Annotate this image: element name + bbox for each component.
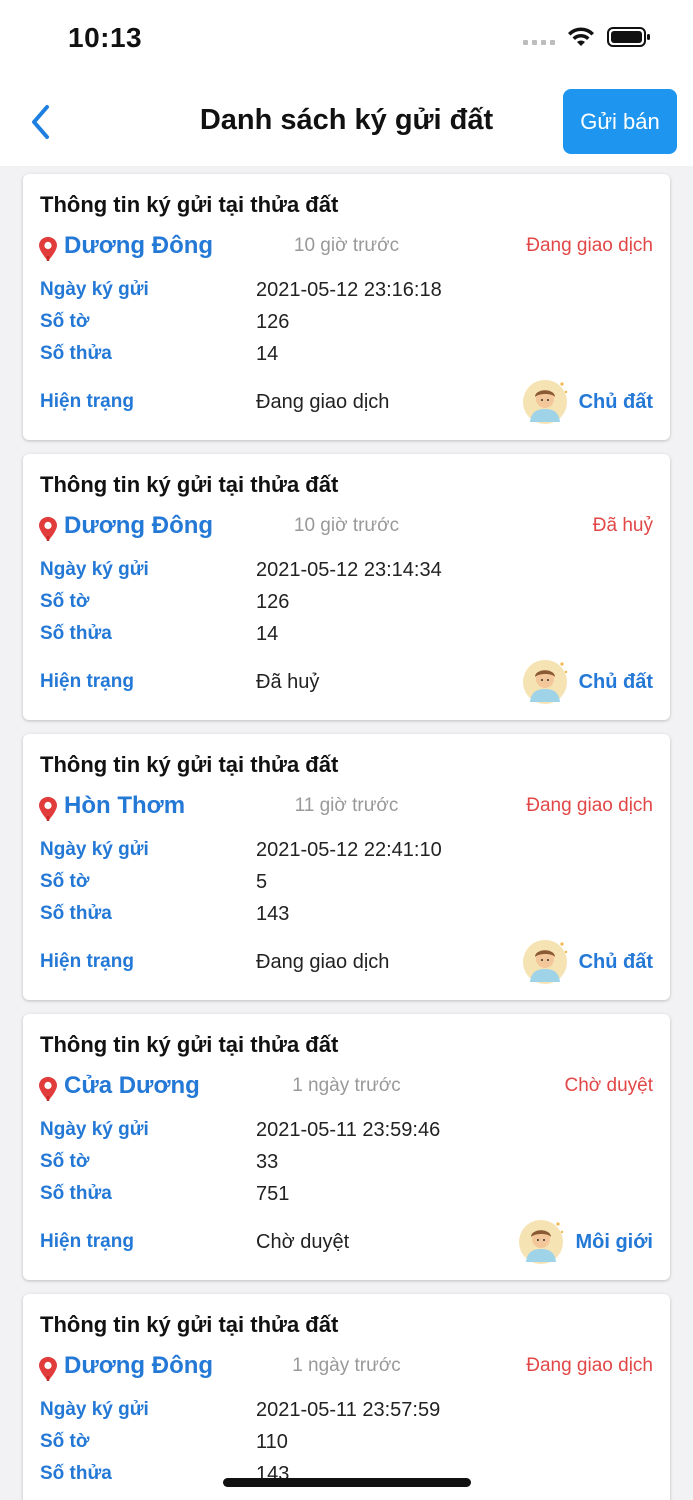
state-value: Đã huỷ <box>256 670 320 693</box>
wifi-icon <box>568 27 594 46</box>
sheet-label: Số tờ <box>40 1151 90 1172</box>
owner-info[interactable]: Chủ đất <box>521 658 653 706</box>
state-value: Đang giao dịch <box>256 390 390 413</box>
status-badge: Đang giao dịch <box>526 1355 653 1376</box>
sheet-row: Số tờ 110 <box>40 1426 653 1458</box>
parcel-label: Số thửa <box>40 1183 112 1204</box>
date-label: Ngày ký gửi <box>40 1119 149 1140</box>
date-row: Ngày ký gửi 2021-05-11 23:57:59 <box>40 1394 653 1426</box>
date-row: Ngày ký gửi 2021-05-11 23:59:46 <box>40 1114 653 1146</box>
sheet-label: Số tờ <box>40 311 90 332</box>
location-row: Dương Đông 1 ngày trước Đang giao dịch <box>39 1352 653 1392</box>
date-label: Ngày ký gửi <box>40 839 149 860</box>
date-value: 2021-05-12 23:14:34 <box>256 558 442 581</box>
date-row: Ngày ký gửi 2021-05-12 23:16:18 <box>40 274 653 306</box>
sheet-value: 126 <box>256 590 290 613</box>
parcel-value: 14 <box>256 342 279 365</box>
status-badge: Chờ duyệt <box>564 1075 653 1096</box>
sheet-label: Số tờ <box>40 591 90 612</box>
time-ago: 1 ngày trước <box>292 1075 401 1096</box>
status-bar: 10:13 <box>0 0 693 80</box>
parcel-row: Số thửa 751 <box>40 1178 653 1210</box>
time-ago: 10 giờ trước <box>293 515 400 536</box>
consignment-card[interactable]: Thông tin ký gửi tại thửa đất Dương Đông… <box>23 454 670 720</box>
avatar-icon <box>522 380 567 424</box>
home-indicator <box>223 1478 471 1487</box>
cellular-signal-icon <box>523 29 555 45</box>
owner-info[interactable]: Chủ đất <box>521 938 653 986</box>
card-title: Thông tin ký gửi tại thửa đất <box>40 1032 339 1057</box>
owner-role[interactable]: Chủ đất <box>579 951 653 974</box>
sheet-row: Số tờ 33 <box>40 1146 653 1178</box>
location-row: Dương Đông 10 giờ trước Đang giao dịch <box>39 232 653 272</box>
avatar-icon <box>519 1220 564 1264</box>
state-value: Chờ duyệt <box>256 1230 350 1253</box>
sheet-row: Số tờ 126 <box>40 586 653 618</box>
owner-info[interactable]: Môi giới <box>517 1218 653 1266</box>
state-row: Hiện trạng Đang giao dịch Chủ đất <box>40 934 653 990</box>
date-label: Ngày ký gửi <box>40 279 149 300</box>
date-value: 2021-05-11 23:59:46 <box>256 1118 441 1141</box>
owner-role[interactable]: Chủ đất <box>579 391 653 414</box>
status-badge: Đã huỷ <box>592 515 653 536</box>
status-badge: Đang giao dịch <box>526 235 653 256</box>
date-value: 2021-05-12 22:41:10 <box>256 838 442 861</box>
sheet-value: 110 <box>256 1430 288 1453</box>
consignment-card[interactable]: Thông tin ký gửi tại thửa đất Cửa Dương … <box>23 1014 670 1280</box>
location-row: Cửa Dương 1 ngày trước Chờ duyệt <box>39 1072 653 1112</box>
date-row: Ngày ký gửi 2021-05-12 22:41:10 <box>40 834 653 866</box>
consignment-card[interactable]: Thông tin ký gửi tại thửa đất Hòn Thơm 1… <box>23 734 670 1000</box>
sheet-label: Số tờ <box>40 1431 90 1452</box>
state-row: Hiện trạng Chờ duyệt Môi giới <box>40 1214 653 1270</box>
location-row: Hòn Thơm 11 giờ trước Đang giao dịch <box>39 792 653 832</box>
status-icons <box>523 26 651 48</box>
status-badge: Đang giao dịch <box>526 795 653 816</box>
send-sale-button[interactable]: Gửi bán <box>563 89 677 154</box>
parcel-value: 751 <box>256 1182 290 1205</box>
state-label: Hiện trạng <box>40 671 134 692</box>
parcel-value: 143 <box>256 902 290 925</box>
avatar-icon <box>522 660 567 704</box>
status-time: 10:13 <box>68 22 143 53</box>
owner-info[interactable]: Chủ đất <box>521 378 653 426</box>
sheet-label: Số tờ <box>40 871 90 892</box>
location-row: Dương Đông 10 giờ trước Đã huỷ <box>39 512 653 552</box>
consignment-card[interactable]: Thông tin ký gửi tại thửa đất Dương Đông… <box>23 1294 670 1500</box>
parcel-value: 14 <box>256 622 279 645</box>
card-title: Thông tin ký gửi tại thửa đất <box>40 472 339 497</box>
state-label: Hiện trạng <box>40 391 134 412</box>
parcel-row: Số thửa 14 <box>40 338 653 370</box>
date-label: Ngày ký gửi <box>40 1399 149 1420</box>
sheet-value: 33 <box>256 1150 279 1173</box>
card-title: Thông tin ký gửi tại thửa đất <box>40 192 339 217</box>
state-value: Đang giao dịch <box>256 950 390 973</box>
state-row: Hiện trạng Đang giao dịch Chủ đất <box>40 374 653 430</box>
sheet-value: 5 <box>256 870 268 893</box>
parcel-row: Số thửa 14 <box>40 618 653 650</box>
parcel-row: Số thửa 143 <box>40 898 653 930</box>
parcel-label: Số thửa <box>40 903 112 924</box>
battery-icon <box>607 27 650 47</box>
avatar-icon <box>522 940 567 984</box>
date-value: 2021-05-11 23:57:59 <box>256 1398 441 1421</box>
date-value: 2021-05-12 23:16:18 <box>256 278 442 301</box>
state-label: Hiện trạng <box>40 951 134 972</box>
card-title: Thông tin ký gửi tại thửa đất <box>40 1312 339 1337</box>
state-row: Hiện trạng Đã huỷ Chủ đất <box>40 654 653 710</box>
owner-role[interactable]: Chủ đất <box>579 671 653 694</box>
state-label: Hiện trạng <box>40 1231 134 1252</box>
consignment-card[interactable]: Thông tin ký gửi tại thửa đất Dương Đông… <box>23 174 670 440</box>
consignment-list: Thông tin ký gửi tại thửa đất Dương Đông… <box>23 174 670 1500</box>
parcel-label: Số thửa <box>40 343 112 364</box>
sheet-row: Số tờ 126 <box>40 306 653 338</box>
date-row: Ngày ký gửi 2021-05-12 23:14:34 <box>40 554 653 586</box>
card-title: Thông tin ký gửi tại thửa đất <box>40 752 339 777</box>
sheet-row: Số tờ 5 <box>40 866 653 898</box>
navigation-bar: Danh sách ký gửi đất Gửi bán <box>0 80 693 166</box>
date-label: Ngày ký gửi <box>40 559 149 580</box>
sheet-value: 126 <box>256 310 290 333</box>
parcel-label: Số thửa <box>40 623 112 644</box>
state-row: Hiện trạng Đang giao dịch Chủ đất <box>40 1494 653 1500</box>
owner-role[interactable]: Môi giới <box>575 1231 653 1254</box>
